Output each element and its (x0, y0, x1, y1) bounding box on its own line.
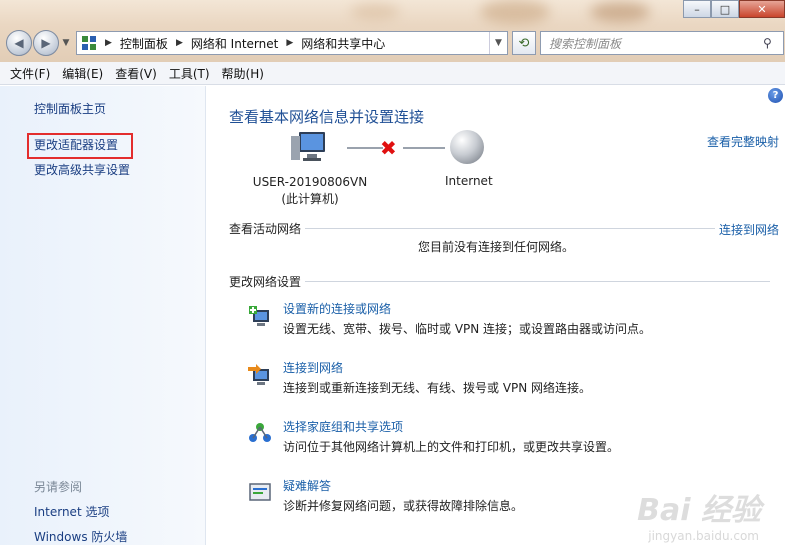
address-bar[interactable]: ▶ 控制面板 ▶ 网络和 Internet ▶ 网络和共享中心 ▼ (76, 31, 508, 55)
sidebar-item-internet-options[interactable]: Internet 选项 (34, 503, 109, 520)
sidebar-item-change-adapter-settings[interactable]: 更改适配器设置 (34, 136, 118, 153)
network-line (403, 147, 445, 149)
task-description: 诊断并修复网络问题，或获得故障排除信息。 (283, 499, 524, 513)
refresh-icon: ⟲ (518, 35, 530, 51)
active-networks-header: 查看活动网络 (229, 220, 716, 237)
sidebar-item-control-panel-home[interactable]: 控制面板主页 (34, 100, 106, 117)
background-blur (590, 2, 650, 22)
see-also-header: 另请参阅 (34, 480, 83, 494)
back-arrow-icon: ◀ (14, 36, 24, 50)
computer-label: USER-20190806VN (此计算机) (235, 174, 385, 208)
view-full-map-link[interactable]: 查看完整映射 (707, 133, 779, 150)
menu-help[interactable]: 帮助(H) (222, 65, 264, 82)
task-link[interactable]: 设置新的连接或网络 (283, 300, 391, 317)
maximize-button[interactable]: □ (711, 0, 739, 18)
section-divider (305, 281, 771, 282)
breadcrumb-network-internet[interactable]: 网络和 Internet (191, 35, 278, 52)
new-connection-icon (249, 306, 269, 326)
computer-name: USER-20190806VN (252, 175, 368, 189)
internet-label: Internet (445, 174, 493, 188)
menu-view[interactable]: 查看(V) (115, 65, 157, 82)
search-input[interactable]: 搜索控制面板 (549, 35, 621, 52)
baidu-watermark: Bai 经验 (637, 493, 761, 528)
menu-bar: 文件(F) 编辑(E) 查看(V) 工具(T) 帮助(H) (0, 62, 785, 85)
homegroup-icon (249, 423, 271, 442)
main-content: ? 查看基本网络信息并设置连接 查看完整映射 ✖ USER-20190806VN… (207, 86, 785, 545)
change-settings-header: 更改网络设置 (229, 273, 771, 290)
window-titlebar: – □ ✕ ◀ ▶ ▼ ▶ 控制面板 ▶ 网络和 Internet ▶ 网络和共… (0, 0, 785, 62)
close-button[interactable]: ✕ (739, 0, 785, 18)
back-button[interactable]: ◀ (6, 30, 32, 56)
breadcrumb-separator: ▶ (105, 38, 112, 48)
search-box[interactable]: 搜索控制面板 ⚲ (540, 31, 784, 55)
disconnected-x-icon: ✖ (380, 136, 397, 160)
window-controls: – □ ✕ (683, 0, 785, 18)
minimize-button[interactable]: – (683, 0, 711, 18)
connect-to-network-link[interactable]: 连接到网络 (719, 221, 779, 238)
task-link[interactable]: 疑难解答 (283, 477, 331, 494)
background-blur (480, 0, 550, 24)
help-icon[interactable]: ? (768, 88, 783, 103)
section-divider (305, 228, 716, 229)
computer-icon (291, 132, 325, 161)
sidebar-item-windows-firewall[interactable]: Windows 防火墙 (34, 528, 127, 545)
menu-edit[interactable]: 编辑(E) (62, 65, 103, 82)
network-line (347, 147, 383, 149)
breadcrumb-separator: ▶ (175, 38, 183, 48)
internet-globe-icon (450, 130, 484, 164)
sidebar: 控制面板主页 更改适配器设置 更改高级共享设置 另请参阅 Internet 选项… (0, 86, 206, 545)
connect-network-icon (248, 364, 269, 385)
chevron-down-icon: ▼ (62, 38, 70, 48)
forward-arrow-icon: ▶ (41, 36, 51, 50)
no-network-message: 您目前没有连接到任何网络。 (417, 240, 574, 254)
computer-sub: (此计算机) (281, 192, 339, 206)
search-icon[interactable]: ⚲ (763, 36, 783, 50)
breadcrumb-network-sharing-center[interactable]: 网络和共享中心 (301, 35, 385, 52)
sidebar-item-change-advanced-sharing[interactable]: 更改高级共享设置 (34, 161, 130, 178)
forward-button[interactable]: ▶ (33, 30, 59, 56)
task-description: 连接到或重新连接到无线、有线、拨号或 VPN 网络连接。 (283, 381, 592, 395)
task-description: 访问位于其他网络计算机上的文件和打印机，或更改共享设置。 (283, 440, 620, 454)
control-panel-icon (82, 36, 96, 50)
task-link[interactable]: 连接到网络 (283, 359, 343, 376)
task-description: 设置无线、宽带、拨号、临时或 VPN 连接；或设置路由器或访问点。 (283, 322, 652, 336)
recent-pages-dropdown[interactable]: ▼ (60, 38, 72, 48)
baidu-watermark-url: jingyan.baidu.com (648, 529, 759, 543)
breadcrumb-separator: ▶ (286, 38, 294, 48)
page-title: 查看基本网络信息并设置连接 (229, 108, 425, 126)
refresh-button[interactable]: ⟲ (512, 31, 536, 55)
breadcrumb-control-panel[interactable]: 控制面板 (120, 35, 168, 52)
navigation-bar: ◀ ▶ ▼ ▶ 控制面板 ▶ 网络和 Internet ▶ 网络和共享中心 ▼ … (6, 28, 785, 58)
menu-tools[interactable]: 工具(T) (169, 65, 210, 82)
menu-file[interactable]: 文件(F) (10, 65, 50, 82)
troubleshoot-icon (249, 483, 271, 501)
task-link[interactable]: 选择家庭组和共享选项 (283, 418, 403, 435)
background-blur (350, 4, 400, 20)
address-dropdown[interactable]: ▼ (489, 32, 507, 54)
